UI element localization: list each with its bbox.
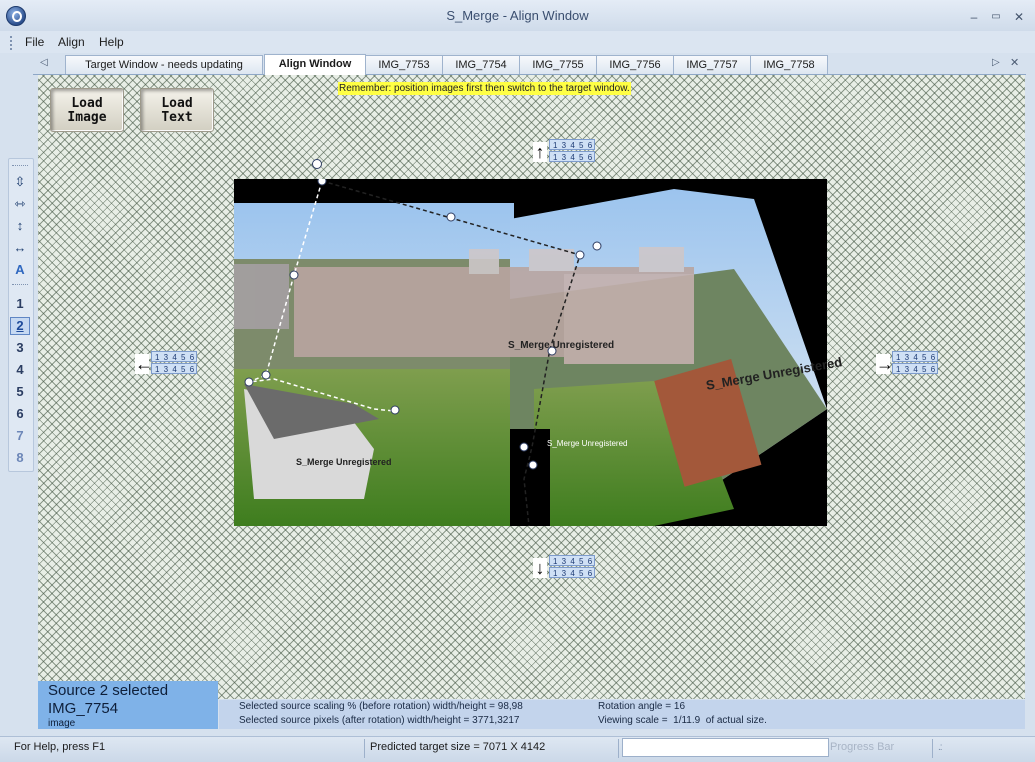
load-text-button[interactable]: Load Text xyxy=(140,88,214,132)
minimize-button[interactable]: – xyxy=(965,10,983,24)
menu-grip-icon xyxy=(10,36,15,50)
nudge-right-coarse[interactable]: 1 3 4 5 6 xyxy=(892,351,938,362)
status-divider xyxy=(618,739,619,758)
text-icon[interactable]: A xyxy=(10,261,30,279)
status-divider xyxy=(932,739,933,758)
nudge-down-fine[interactable]: 1 3 4 5 6 xyxy=(549,567,595,578)
status-divider xyxy=(364,739,365,758)
source-name-label: IMG_7754 xyxy=(48,700,119,717)
source-button-6[interactable]: 6 xyxy=(10,405,30,423)
scaling-readout: Selected source scaling % (before rotati… xyxy=(239,701,523,712)
tab-close-icon[interactable]: ✕ xyxy=(1010,56,1019,69)
menu-bar xyxy=(0,31,1035,53)
pixels-readout: Selected source pixels (after rotation) … xyxy=(239,715,520,726)
fit-height-icon[interactable]: ↕ xyxy=(10,217,30,235)
merged-photo-preview[interactable] xyxy=(234,179,827,526)
tab-img-7753[interactable]: IMG_7753 xyxy=(365,55,443,74)
source-button-4[interactable]: 4 xyxy=(10,361,30,379)
maximize-button[interactable]: ▭ xyxy=(987,10,1005,24)
photo-composite xyxy=(234,179,827,526)
source-button-5[interactable]: 5 xyxy=(10,383,30,401)
arrow-down-icon[interactable]: ↓ xyxy=(533,558,547,578)
tab-scroll-left-icon[interactable]: ◁ xyxy=(40,57,48,68)
nudge-right-fine[interactable]: 1 3 4 5 6 xyxy=(892,363,938,374)
nudge-up-fine[interactable]: 1 3 4 5 6 xyxy=(549,151,595,162)
watermark-text: S_Merge Unregistered xyxy=(508,340,615,351)
nudge-left-coarse[interactable]: 1 3 4 5 6 xyxy=(151,351,197,362)
source-button-1[interactable]: 1 xyxy=(10,295,30,313)
progress-bar xyxy=(622,738,829,757)
fit-width-icon[interactable]: ↔ xyxy=(10,239,30,257)
viewing-scale-readout: Viewing scale = 1/11.9 of actual size. xyxy=(598,715,767,726)
tab-img-7757[interactable]: IMG_7757 xyxy=(673,55,751,74)
arrow-up-icon[interactable]: ↑ xyxy=(533,142,547,162)
nudge-up-control[interactable]: ↑ 1 3 4 5 6 1 3 4 5 6 xyxy=(533,139,597,165)
help-hint: For Help, press F1 xyxy=(14,741,106,753)
nudge-down-control[interactable]: ↓ 1 3 4 5 6 1 3 4 5 6 xyxy=(533,555,597,581)
watermark-text: S_Merge Unregistered xyxy=(296,457,392,467)
watermark-text: S_Merge Unregistered xyxy=(547,439,628,448)
nudge-left-fine[interactable]: 1 3 4 5 6 xyxy=(151,363,197,374)
rotation-readout: Rotation angle = 16 xyxy=(598,701,686,712)
source-button-7[interactable]: 7 xyxy=(10,427,30,445)
window-title: S_Merge - Align Window xyxy=(446,8,589,23)
toolbar-divider xyxy=(12,165,28,166)
rotation-handle[interactable] xyxy=(312,159,322,169)
source-type-label: image xyxy=(48,718,76,729)
reminder-note: Remember: position images first then swi… xyxy=(338,82,631,95)
center-vertical-icon[interactable]: ⇿ xyxy=(10,195,30,213)
nudge-right-control[interactable]: → 1 3 4 5 6 1 3 4 5 6 xyxy=(876,351,940,377)
close-button[interactable]: ✕ xyxy=(1010,10,1028,24)
tab-img-7758[interactable]: IMG_7758 xyxy=(750,55,828,74)
progress-label: Progress Bar xyxy=(830,741,895,753)
resize-grip-icon[interactable]: .: xyxy=(938,742,942,753)
tab-img-7755[interactable]: IMG_7755 xyxy=(519,55,597,74)
tab-scroll-right-icon[interactable]: ▷ xyxy=(992,57,1000,68)
source-button-2[interactable]: 2 xyxy=(10,317,30,335)
tab-img-7754[interactable]: IMG_7754 xyxy=(442,55,520,74)
source-button-8[interactable]: 8 xyxy=(10,449,30,467)
nudge-left-control[interactable]: ← 1 3 4 5 6 1 3 4 5 6 xyxy=(135,351,199,377)
center-horizontal-icon[interactable]: ⇳ xyxy=(10,173,30,191)
menu-help[interactable]: Help xyxy=(99,35,124,49)
arrow-right-icon[interactable]: → xyxy=(876,354,894,374)
menu-file[interactable]: File xyxy=(25,35,44,49)
toolbar-divider xyxy=(12,284,28,285)
menu-align[interactable]: Align xyxy=(58,35,85,49)
nudge-down-coarse[interactable]: 1 3 4 5 6 xyxy=(549,555,595,566)
source-button-3[interactable]: 3 xyxy=(10,339,30,357)
nudge-up-coarse[interactable]: 1 3 4 5 6 xyxy=(549,139,595,150)
tab-align-window[interactable]: Align Window xyxy=(264,54,366,75)
tab-img-7756[interactable]: IMG_7756 xyxy=(596,55,674,74)
predicted-size: Predicted target size = 7071 X 4142 xyxy=(370,741,546,753)
source-selected-label: Source 2 selected xyxy=(48,682,169,699)
tab-target-window[interactable]: Target Window - needs updating xyxy=(65,55,263,74)
load-image-button[interactable]: Load Image xyxy=(50,88,124,132)
arrow-left-icon[interactable]: ← xyxy=(135,354,153,374)
